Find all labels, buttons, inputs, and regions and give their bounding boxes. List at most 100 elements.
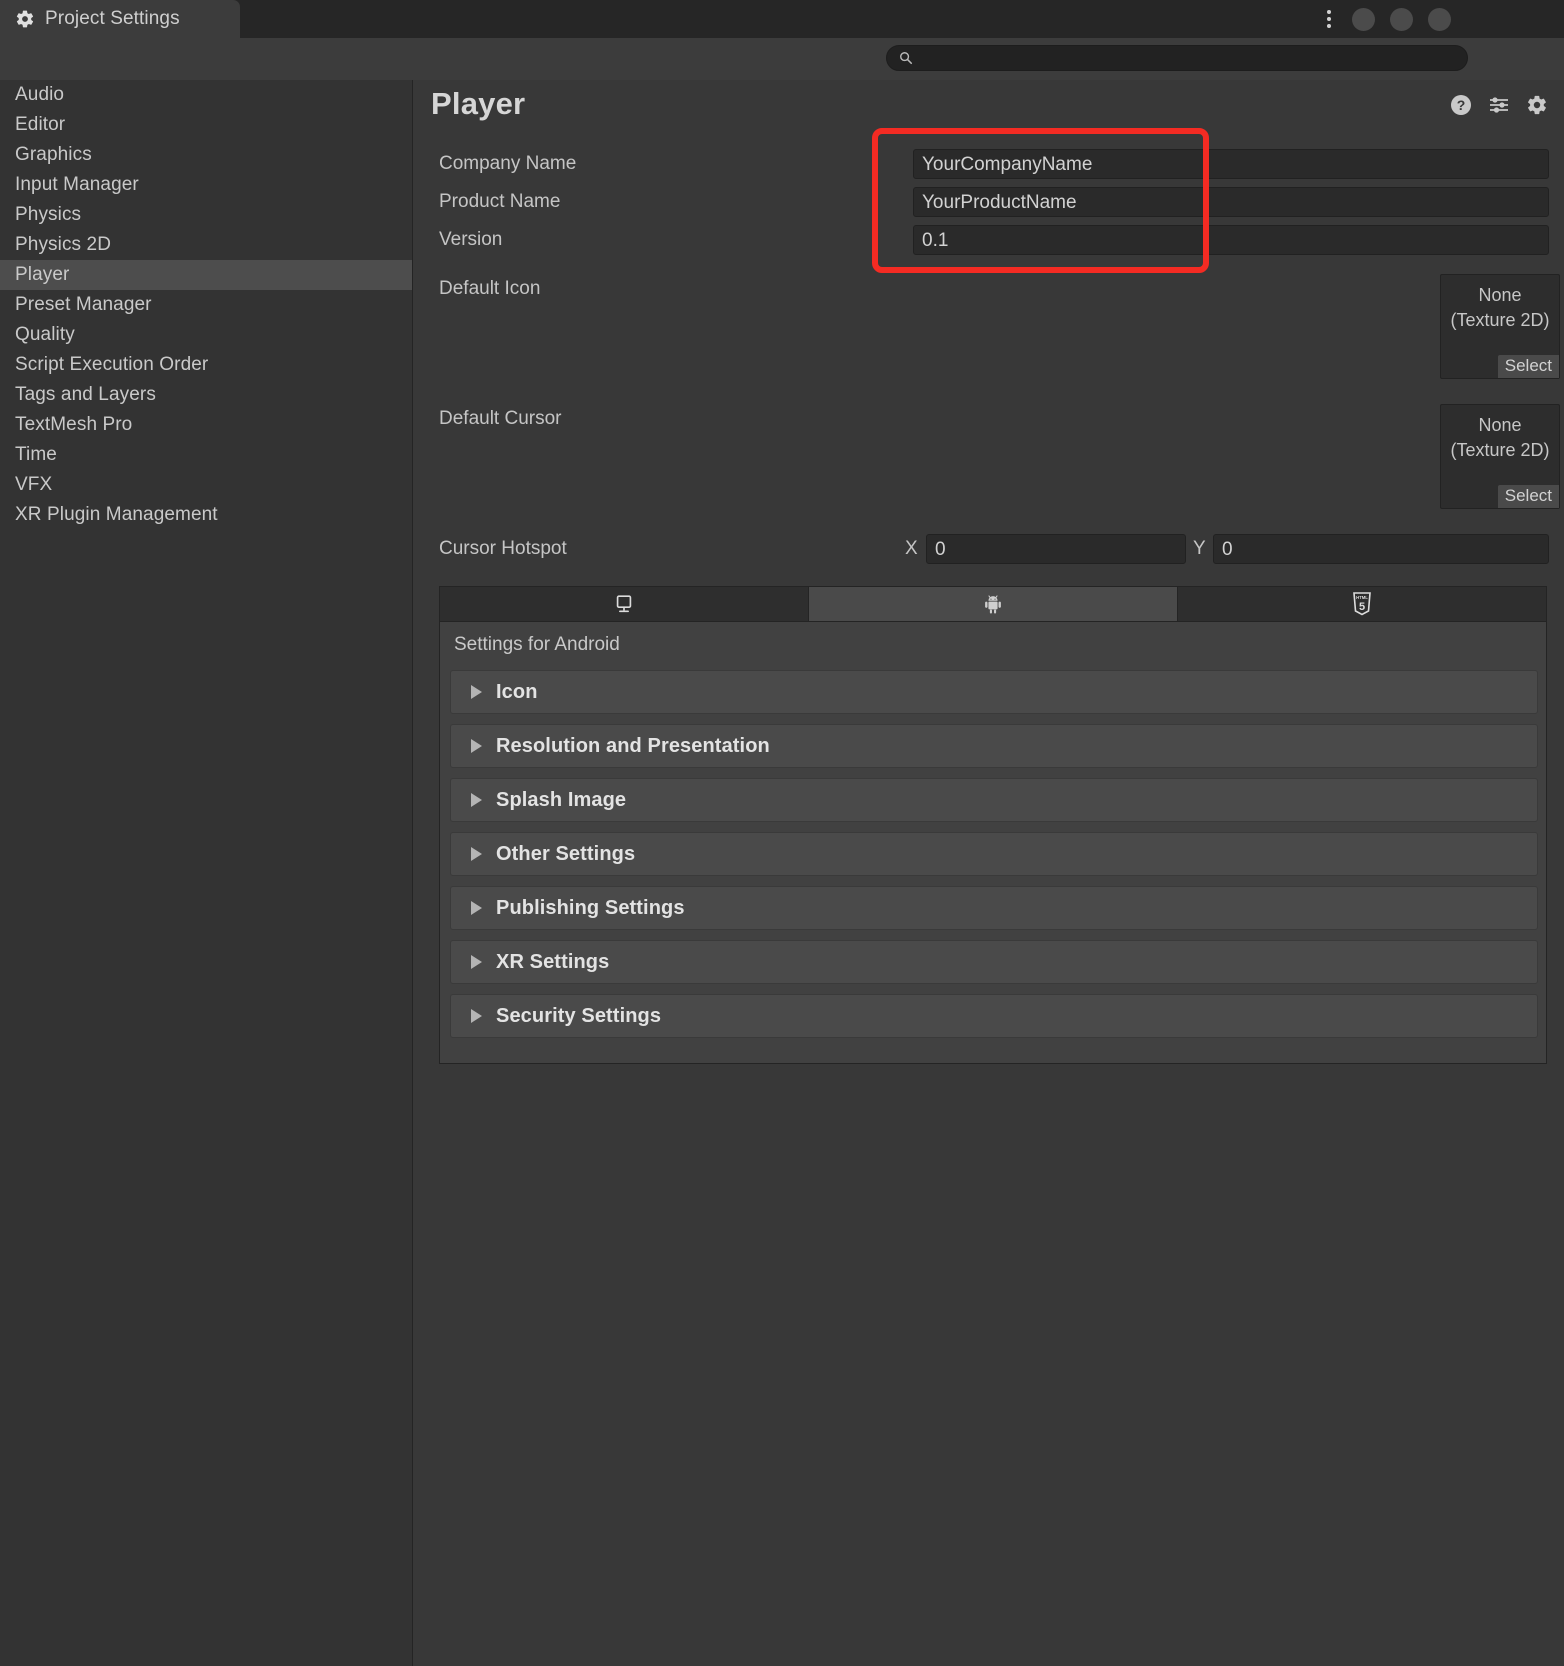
company-name-row: Company Name YourCompanyName: [413, 145, 1564, 183]
sidebar-item-input-manager[interactable]: Input Manager: [0, 170, 412, 200]
platform-settings-body: Settings for Android Icon Resolution and …: [439, 622, 1547, 1064]
search-input[interactable]: [920, 50, 1440, 66]
chevron-right-icon: [471, 955, 482, 969]
sidebar-item-vfx[interactable]: VFX: [0, 470, 412, 500]
hotspot-y-value: 0: [1222, 539, 1233, 560]
product-name-label: Product Name: [439, 191, 561, 212]
sidebar-item-physics-2d[interactable]: Physics 2D: [0, 230, 412, 260]
cursor-hotspot-label: Cursor Hotspot: [439, 538, 567, 559]
search-icon: [899, 51, 913, 65]
window-title-bar: Project Settings: [0, 0, 1564, 38]
android-robot-icon: [982, 593, 1004, 615]
sidebar-item-label: Quality: [15, 324, 75, 345]
default-icon-label: Default Icon: [439, 278, 541, 299]
sidebar-item-label: Tags and Layers: [15, 384, 156, 405]
sidebar-item-label: Graphics: [15, 144, 92, 165]
default-cursor-object-field[interactable]: None (Texture 2D) Select: [1440, 404, 1560, 509]
sidebar-item-label: Audio: [15, 84, 65, 105]
sidebar-item-time[interactable]: Time: [0, 440, 412, 470]
default-icon-object-field[interactable]: None (Texture 2D) Select: [1440, 274, 1560, 379]
sidebar-item-preset-manager[interactable]: Preset Manager: [0, 290, 412, 320]
sidebar-item-quality[interactable]: Quality: [0, 320, 412, 350]
version-row: Version 0.1: [413, 221, 1564, 259]
kebab-menu-icon[interactable]: [1320, 9, 1338, 29]
svg-text:5: 5: [1359, 601, 1365, 613]
platform-tab-android[interactable]: [809, 587, 1178, 621]
player-settings-panel: Player ? Company Name YourCompanyName Pr…: [413, 80, 1564, 1666]
hotspot-x-value: 0: [935, 539, 946, 560]
sidebar-item-label: Physics: [15, 204, 82, 225]
product-name-value: YourProductName: [922, 192, 1077, 213]
product-name-row: Product Name YourProductName: [413, 183, 1564, 221]
html5-webgl-icon: HTML 5: [1351, 592, 1373, 616]
default-icon-value-line1: None: [1478, 285, 1522, 305]
foldout-label: XR Settings: [496, 950, 610, 973]
foldout-splash-image[interactable]: Splash Image: [450, 778, 1538, 822]
tab-label: Project Settings: [45, 8, 180, 29]
sidebar-item-xr-plugin-management[interactable]: XR Plugin Management: [0, 500, 412, 530]
default-cursor-row: Default Cursor None (Texture 2D) Select: [413, 400, 1564, 530]
sidebar-item-label: XR Plugin Management: [15, 504, 218, 525]
company-name-input[interactable]: YourCompanyName: [913, 149, 1549, 179]
platform-tab-webgl[interactable]: HTML 5: [1178, 587, 1546, 621]
sidebar-item-graphics[interactable]: Graphics: [0, 140, 412, 170]
hotspot-x-input[interactable]: 0: [926, 534, 1186, 564]
foldout-publishing-settings[interactable]: Publishing Settings: [450, 886, 1538, 930]
version-label: Version: [439, 229, 503, 250]
close-button[interactable]: [1428, 8, 1451, 31]
product-name-input[interactable]: YourProductName: [913, 187, 1549, 217]
foldout-xr-settings[interactable]: XR Settings: [450, 940, 1538, 984]
foldout-label: Security Settings: [496, 1004, 662, 1027]
desktop-monitor-icon: [613, 593, 635, 615]
foldout-label: Icon: [496, 680, 538, 703]
default-icon-select-button[interactable]: Select: [1497, 355, 1559, 378]
chevron-right-icon: [471, 847, 482, 861]
foldout-icon[interactable]: Icon: [450, 670, 1538, 714]
maximize-button[interactable]: [1390, 8, 1413, 31]
foldout-other-settings[interactable]: Other Settings: [450, 832, 1538, 876]
version-input[interactable]: 0.1: [913, 225, 1549, 255]
foldout-label: Splash Image: [496, 788, 627, 811]
sidebar-item-label: Time: [15, 444, 57, 465]
chevron-right-icon: [471, 793, 482, 807]
default-cursor-value-line1: None: [1478, 415, 1522, 435]
svg-text:HTML: HTML: [1356, 595, 1368, 600]
default-icon-row: Default Icon None (Texture 2D) Select: [413, 270, 1564, 400]
default-cursor-value: None (Texture 2D): [1441, 413, 1559, 463]
foldout-resolution-and-presentation[interactable]: Resolution and Presentation: [450, 724, 1538, 768]
platform-tab-bar[interactable]: HTML 5: [439, 586, 1547, 622]
settings-category-sidebar[interactable]: Audio Editor Graphics Input Manager Physics P…: [0, 80, 412, 1666]
sidebar-item-label: Script Execution Order: [15, 354, 209, 375]
sidebar-item-label: Preset Manager: [15, 294, 152, 315]
company-name-value: YourCompanyName: [922, 154, 1093, 175]
platform-tab-standalone[interactable]: [440, 587, 809, 621]
hotspot-y-input[interactable]: 0: [1213, 534, 1549, 564]
sidebar-item-audio[interactable]: Audio: [0, 80, 412, 110]
default-icon-value-line2: (Texture 2D): [1450, 310, 1550, 330]
hotspot-x-label: X: [905, 538, 918, 559]
sidebar-item-label: TextMesh Pro: [15, 414, 133, 435]
foldout-security-settings[interactable]: Security Settings: [450, 994, 1538, 1038]
sidebar-item-textmesh-pro[interactable]: TextMesh Pro: [0, 410, 412, 440]
panel-header-icons: ?: [1450, 94, 1548, 116]
default-cursor-select-button[interactable]: Select: [1497, 485, 1559, 508]
sidebar-item-editor[interactable]: Editor: [0, 110, 412, 140]
sidebar-item-label: Player: [15, 264, 70, 285]
minimize-button[interactable]: [1352, 8, 1375, 31]
company-name-label: Company Name: [439, 153, 577, 174]
sidebar-item-label: Editor: [15, 114, 66, 135]
sidebar-item-label: Input Manager: [15, 174, 139, 195]
help-icon[interactable]: ?: [1450, 94, 1472, 116]
project-settings-tab[interactable]: Project Settings: [0, 0, 240, 38]
sidebar-item-tags-and-layers[interactable]: Tags and Layers: [0, 380, 412, 410]
foldout-label: Other Settings: [496, 842, 636, 865]
sidebar-item-physics[interactable]: Physics: [0, 200, 412, 230]
foldout-label: Resolution and Presentation: [496, 734, 770, 757]
settings-gear-icon[interactable]: [1526, 94, 1548, 116]
search-box[interactable]: [886, 45, 1468, 71]
foldout-label: Publishing Settings: [496, 896, 685, 919]
sidebar-item-player[interactable]: Player: [0, 260, 412, 290]
preset-icon[interactable]: [1488, 94, 1510, 116]
chevron-right-icon: [471, 1009, 482, 1023]
sidebar-item-script-execution-order[interactable]: Script Execution Order: [0, 350, 412, 380]
